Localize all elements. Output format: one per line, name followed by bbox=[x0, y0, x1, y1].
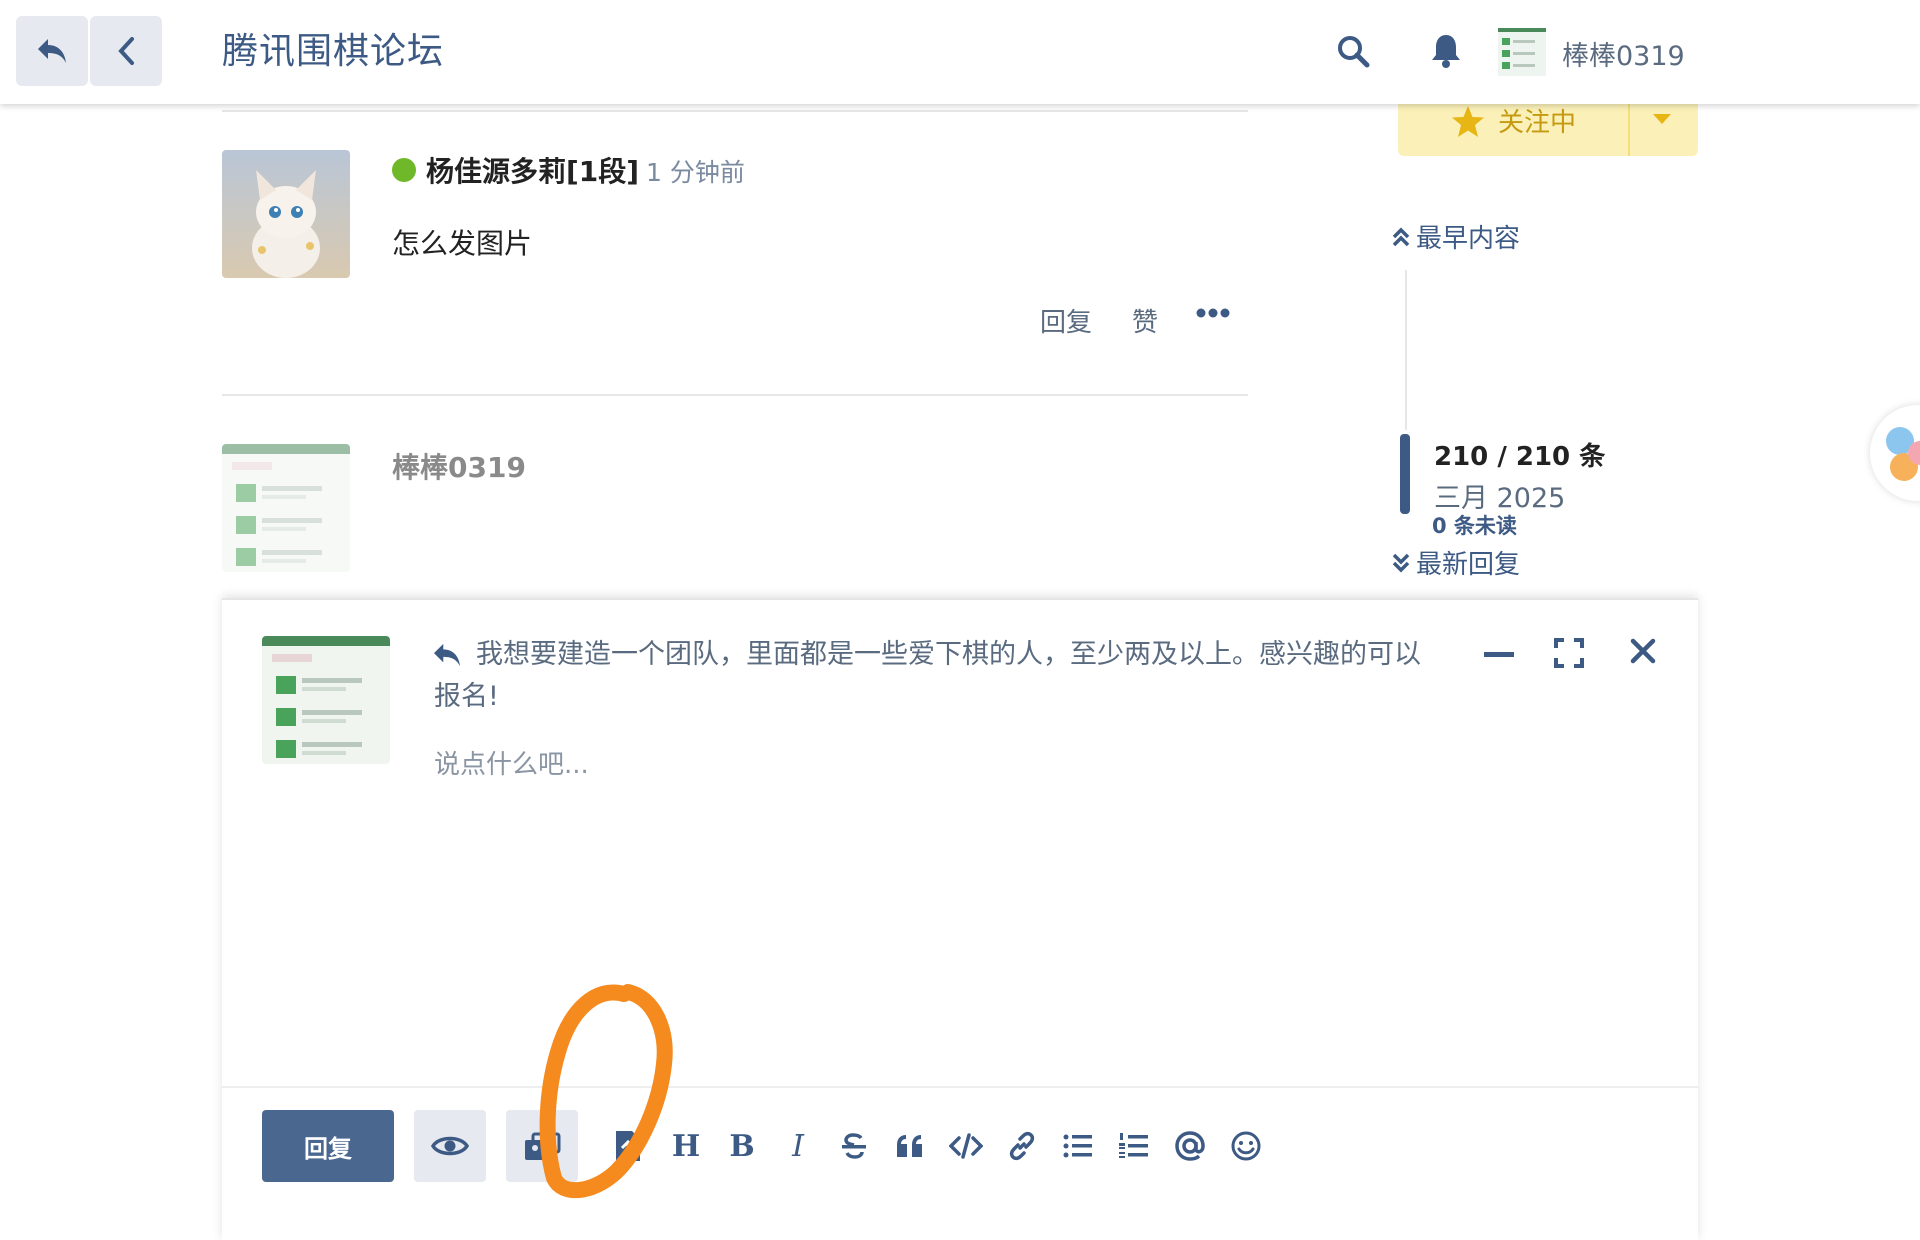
replying-to-quote[interactable]: 我想要建造一个团队，里面都是一些爱下棋的人，至少两及以上。感兴趣的可以报名! bbox=[434, 634, 1434, 718]
bold-button[interactable]: B bbox=[724, 1128, 760, 1164]
double-chevron-down-icon bbox=[1392, 553, 1410, 572]
close-icon bbox=[1630, 638, 1656, 664]
bullet-list-icon bbox=[1063, 1134, 1092, 1158]
jump-earliest-link[interactable]: 最早内容 bbox=[1392, 218, 1520, 255]
app-screenshot-avatar-icon bbox=[262, 636, 390, 758]
composer-avatar bbox=[262, 636, 390, 764]
post-more-button[interactable] bbox=[1196, 306, 1230, 320]
preview-eye-icon bbox=[431, 1136, 469, 1156]
emoji-icon bbox=[1231, 1131, 1261, 1161]
app-screenshot-avatar-icon bbox=[222, 444, 350, 566]
post-divider bbox=[222, 110, 1248, 112]
app-screenshot-avatar-icon bbox=[1498, 28, 1546, 69]
post-timestamp[interactable]: 1 分钟前 bbox=[646, 153, 745, 189]
chevron-left-icon bbox=[118, 37, 134, 65]
link-icon bbox=[1009, 1131, 1035, 1161]
code-button[interactable] bbox=[948, 1128, 984, 1164]
bullet-list-button[interactable] bbox=[1060, 1128, 1096, 1164]
strikethrough-button[interactable] bbox=[836, 1128, 872, 1164]
italic-button[interactable]: I bbox=[780, 1128, 816, 1164]
preview-toggle-button[interactable] bbox=[414, 1110, 486, 1182]
timeline-scrubber[interactable] bbox=[1400, 434, 1410, 514]
timeline-track[interactable] bbox=[1405, 270, 1407, 430]
orange-annotation-circle bbox=[539, 984, 673, 1198]
submit-reply-button[interactable]: 回复 bbox=[262, 1110, 394, 1182]
header-username[interactable]: 棒棒0319 bbox=[1562, 34, 1685, 73]
link-button[interactable] bbox=[1004, 1128, 1040, 1164]
jump-latest-link[interactable]: 最新回复 bbox=[1392, 544, 1520, 581]
mention-button[interactable] bbox=[1172, 1128, 1208, 1164]
star-icon bbox=[1452, 106, 1484, 137]
follow-button[interactable]: 关注中 bbox=[1398, 96, 1698, 156]
post-author-avatar[interactable] bbox=[222, 150, 350, 278]
emoji-button[interactable] bbox=[1228, 1128, 1264, 1164]
timeline-unread: 0 条未读 bbox=[1432, 514, 1517, 538]
jump-latest-label: 最新回复 bbox=[1416, 550, 1521, 580]
reply-composer: 我想要建造一个团队，里面都是一些爱下棋的人，至少两及以上。感兴趣的可以报名! 说… bbox=[222, 598, 1698, 1240]
close-composer-button[interactable] bbox=[1630, 638, 1656, 664]
flower-icon bbox=[1886, 427, 1920, 481]
jump-earliest-label: 最早内容 bbox=[1416, 224, 1521, 254]
online-status-dot bbox=[392, 158, 416, 182]
quote-icon bbox=[897, 1135, 922, 1157]
code-icon bbox=[949, 1133, 983, 1159]
reply-back-icon bbox=[38, 39, 66, 63]
post-divider bbox=[222, 394, 1248, 396]
fullscreen-icon bbox=[1554, 638, 1584, 668]
numbered-list-icon bbox=[1119, 1133, 1148, 1158]
more-dots-icon bbox=[1196, 308, 1230, 318]
search-button[interactable] bbox=[1336, 34, 1370, 68]
reply-textarea[interactable]: 说点什么吧... bbox=[434, 744, 589, 781]
notifications-button[interactable] bbox=[1430, 32, 1462, 68]
user-avatar[interactable] bbox=[1498, 28, 1546, 76]
minimize-composer-button[interactable] bbox=[1484, 648, 1514, 660]
fullscreen-composer-button[interactable] bbox=[1554, 638, 1584, 668]
bold-icon: B bbox=[729, 1128, 755, 1164]
quote-button[interactable] bbox=[892, 1128, 928, 1164]
back-reply-button[interactable] bbox=[16, 16, 88, 86]
mention-icon bbox=[1175, 1131, 1205, 1161]
follow-label: 关注中 bbox=[1498, 108, 1577, 138]
toolbar-divider bbox=[222, 1086, 1698, 1088]
strikethrough-icon bbox=[842, 1133, 866, 1159]
numbered-list-button[interactable] bbox=[1116, 1128, 1152, 1164]
italic-icon: I bbox=[792, 1128, 804, 1164]
draft-author-name: 棒棒0319 bbox=[392, 451, 526, 484]
post-author-name[interactable]: 杨佳源多莉[1段] bbox=[426, 150, 639, 190]
bell-icon bbox=[1432, 35, 1460, 68]
double-chevron-up-icon bbox=[1392, 227, 1410, 246]
post-like-button[interactable]: 赞 bbox=[1132, 302, 1158, 339]
cat-avatar-icon bbox=[222, 150, 350, 278]
floating-assistant-button[interactable] bbox=[1870, 405, 1920, 501]
follow-separator bbox=[1628, 96, 1630, 156]
top-header: 腾讯围棋论坛 棒棒0319 bbox=[0, 0, 1920, 104]
timeline-post-count: 210 / 210 条 bbox=[1434, 442, 1606, 472]
site-title[interactable]: 腾讯围棋论坛 bbox=[222, 22, 444, 74]
back-button[interactable] bbox=[90, 16, 162, 86]
post-content: 怎么发图片 bbox=[392, 227, 533, 260]
search-icon bbox=[1338, 36, 1370, 68]
minimize-icon bbox=[1484, 652, 1514, 657]
draft-author-avatar[interactable] bbox=[222, 444, 350, 572]
caret-down-icon[interactable] bbox=[1650, 108, 1674, 128]
post-reply-button[interactable]: 回复 bbox=[1040, 302, 1092, 339]
